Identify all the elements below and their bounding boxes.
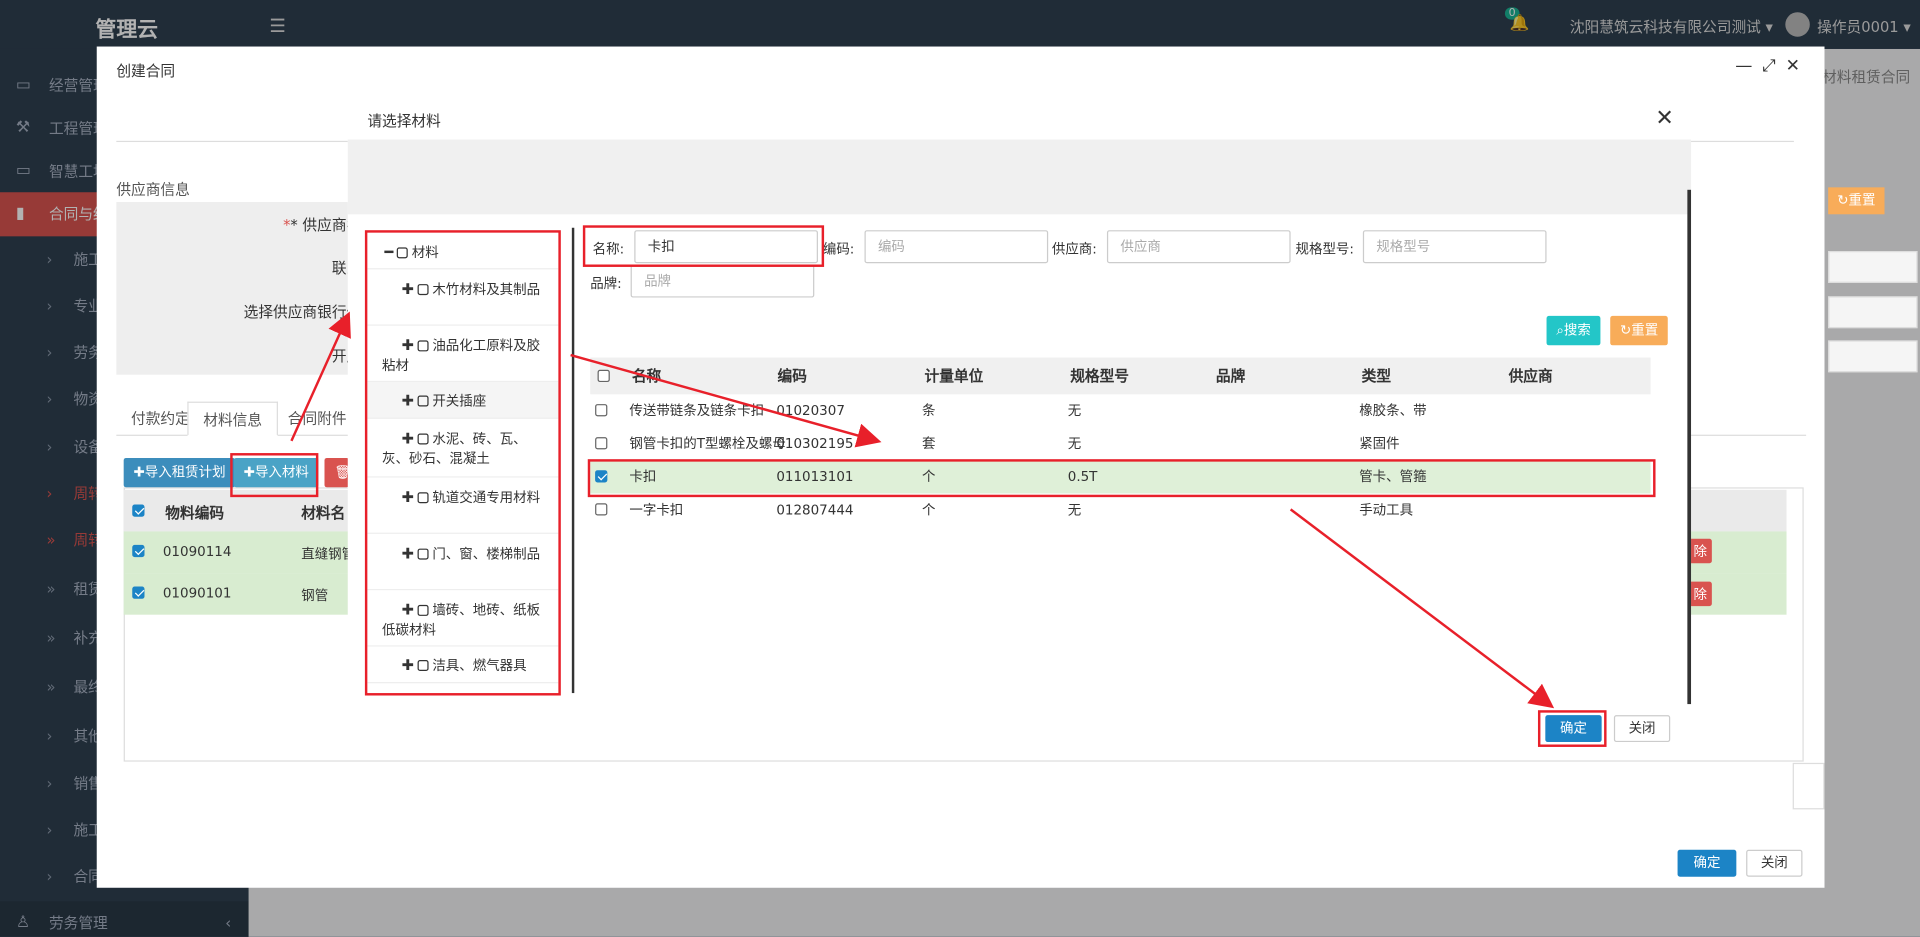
annotation-arrow: [570, 353, 882, 448]
annotation-arrow: [290, 311, 351, 442]
annotation-arrows: [290, 311, 1555, 709]
annotation-arrow: [1289, 508, 1555, 709]
